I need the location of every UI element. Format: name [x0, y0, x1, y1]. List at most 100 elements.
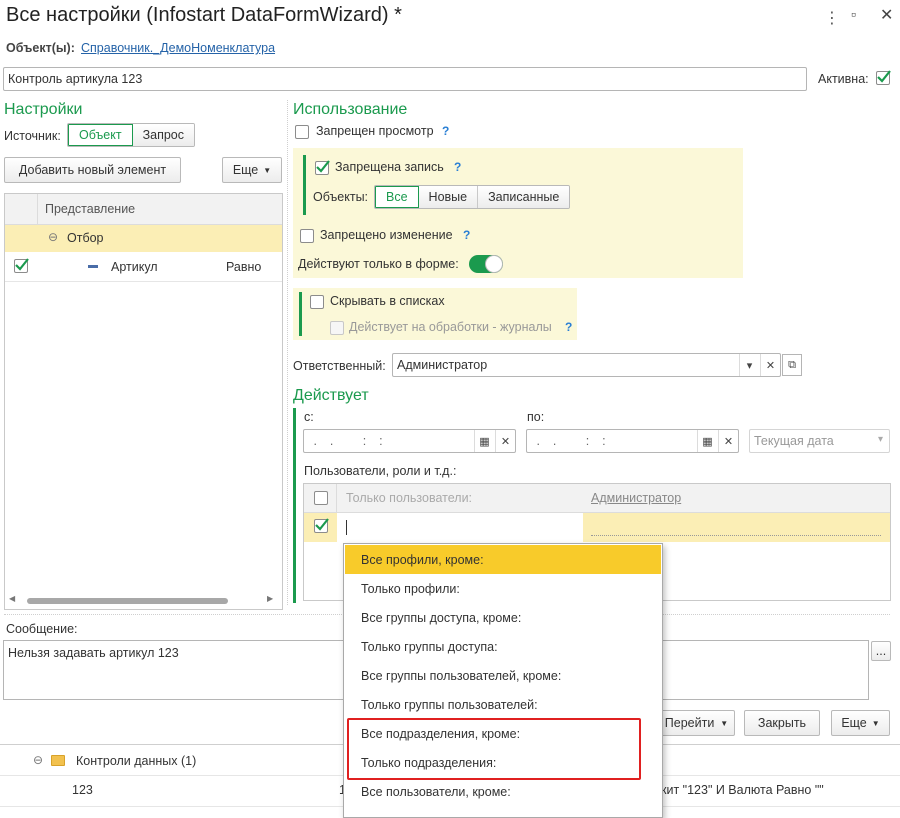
dropdown-arrow-icon[interactable]: ▾ [739, 354, 759, 376]
tree-row-article[interactable]: Артикул Равно [5, 252, 282, 282]
responsible-field[interactable]: Администратор [392, 353, 781, 377]
message-value: Нельзя задавать артикул 123 [8, 646, 179, 660]
close-icon[interactable]: ✕ [880, 5, 893, 25]
name-field[interactable]: Контроль артикула 123 [3, 67, 807, 91]
objects-label: Объект(ы): [6, 41, 75, 55]
journals-label: Действует на обработки - журналы [349, 320, 552, 334]
check-icon [877, 70, 891, 83]
calendar-icon[interactable]: ▦ [697, 430, 717, 452]
change-forbidden-label: Запрещено изменение [320, 228, 453, 242]
responsible-label: Ответственный: [293, 359, 386, 373]
clear-icon[interactable]: ✕ [760, 354, 780, 376]
tree-row-group[interactable]: ⊖ Отбор [5, 225, 282, 252]
bottom-row-condition: кит "123" И Валюта Равно "" [661, 783, 824, 797]
scroll-right-icon[interactable]: ▶ [267, 594, 273, 603]
from-label: с: [304, 410, 314, 424]
active-label: Активна: [818, 72, 869, 86]
objects-option-new[interactable]: Новые [418, 186, 479, 208]
minimize-icon[interactable]: ▫ [851, 6, 856, 22]
source-option-object[interactable]: Объект [68, 124, 133, 146]
dropdown-item[interactable]: Все пользователи, кроме: [345, 777, 661, 806]
help-icon[interactable]: ? [442, 124, 449, 138]
hide-lists-label: Скрывать в списках [330, 294, 445, 308]
form-only-toggle[interactable] [469, 255, 503, 273]
more-vert-icon[interactable]: ⋮ [824, 8, 840, 28]
collapse-icon[interactable]: ⊖ [33, 753, 43, 767]
objects-option-all[interactable]: Все [375, 186, 419, 208]
to-label: по: [527, 410, 545, 424]
add-element-button[interactable]: Добавить новый элемент [4, 157, 181, 183]
acts-heading: Действует [293, 387, 369, 404]
objects-link[interactable]: Справочник._ДемоНоменклатура [81, 41, 275, 55]
bottom-row-name: 123 [72, 783, 93, 797]
change-forbidden-checkbox[interactable] [300, 229, 314, 243]
calendar-icon[interactable]: ▦ [474, 430, 494, 452]
window-title: Все настройки (Infostart DataFormWizard)… [6, 4, 402, 26]
current-date-select[interactable]: Текущая дата ▾ [749, 429, 890, 453]
objects-filter-toggle[interactable]: Все Новые Записанные [374, 185, 571, 209]
responsible-value: Администратор [397, 358, 488, 372]
scroll-thumb[interactable] [27, 598, 228, 604]
dropdown-item[interactable]: Все профили, кроме: [345, 545, 661, 574]
more-button[interactable]: Еще ▼ [222, 157, 282, 183]
help-icon[interactable]: ? [463, 228, 470, 242]
write-forbidden-checkbox[interactable] [315, 160, 330, 175]
check-icon [316, 160, 330, 173]
dropdown-item[interactable]: Все группы доступа, кроме: [345, 603, 661, 632]
dropdown-item[interactable]: Только профили: [345, 574, 661, 603]
tree-row-condition: Равно [226, 260, 262, 274]
check-icon [315, 518, 329, 531]
users-header-checkbox[interactable] [314, 491, 328, 505]
users-row-edit-cell[interactable] [337, 513, 583, 542]
tree-column-header: Представление [45, 202, 136, 216]
source-toggle[interactable]: Объект Запрос [67, 123, 196, 147]
open-icon[interactable]: ⧉ [782, 354, 802, 376]
help-icon[interactable]: ? [454, 160, 461, 174]
usage-heading: Использование [293, 101, 408, 118]
users-label: Пользователи, роли и т.д.: [304, 464, 457, 478]
help-icon[interactable]: ? [565, 320, 572, 334]
tree-row-article-label: Артикул [111, 260, 158, 274]
active-checkbox[interactable] [876, 70, 891, 85]
dropdown-arrow-icon: ▾ [877, 434, 883, 445]
bottom-more-button[interactable]: Еще ▼ [831, 710, 890, 736]
goto-button[interactable]: Перейти ▼ [658, 710, 735, 736]
write-forbidden-label: Запрещена запись [335, 160, 444, 174]
settings-heading: Настройки [4, 101, 83, 118]
form-only-label: Действуют только в форме: [298, 257, 459, 271]
tree-row-checkbox[interactable] [14, 258, 29, 273]
tree-scrollbar[interactable]: ◀ ▶ [5, 594, 282, 608]
caret-down-icon: ▼ [871, 718, 880, 728]
name-field-value: Контроль артикула 123 [8, 72, 143, 86]
message-more-button[interactable]: ... [871, 641, 891, 661]
caret-down-icon: ▼ [263, 165, 272, 175]
settings-tree[interactable]: Представление ⊖ Отбор Артикул Равно ◀ ▶ [4, 193, 283, 610]
objects-filter-label: Объекты: [313, 190, 369, 204]
users-row-checkbox[interactable] [314, 518, 329, 533]
panel-splitter[interactable] [287, 100, 288, 605]
close-button[interactable]: Закрыть [744, 710, 820, 736]
dropdown-item[interactable]: Все группы пользователей, кроме: [345, 661, 661, 690]
field-icon [88, 265, 98, 268]
view-forbidden-checkbox[interactable] [295, 125, 309, 139]
dropdown-item[interactable]: Только группы пользователей: [345, 690, 661, 719]
clear-icon[interactable]: ✕ [718, 430, 738, 452]
scroll-left-icon[interactable]: ◀ [9, 594, 15, 603]
tree-row-group-label: Отбор [67, 231, 104, 245]
hide-lists-checkbox[interactable] [310, 295, 324, 309]
objects-option-written[interactable]: Записанные [478, 186, 570, 208]
source-label: Источник: [4, 129, 61, 143]
col-admin: Администратор [591, 491, 682, 505]
check-icon [15, 258, 29, 271]
journals-checkbox[interactable] [330, 321, 344, 335]
folder-icon [51, 755, 65, 766]
dropdown-item[interactable]: Только группы доступа: [345, 632, 661, 661]
view-forbidden-label: Запрещен просмотр [316, 124, 434, 138]
users-row[interactable] [304, 513, 890, 542]
source-option-query[interactable]: Запрос [132, 124, 195, 146]
col-only-users: Только пользователи: [346, 491, 473, 505]
collapse-icon[interactable]: ⊖ [48, 230, 58, 244]
message-label: Сообщение: [6, 622, 78, 636]
clear-icon[interactable]: ✕ [495, 430, 515, 452]
highlight-outline [347, 718, 641, 780]
